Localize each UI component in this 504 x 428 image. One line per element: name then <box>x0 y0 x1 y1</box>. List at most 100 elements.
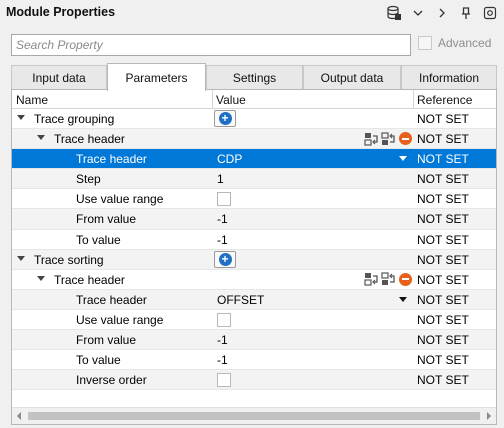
title-bar: Module Properties <box>0 0 504 26</box>
pin-icon[interactable] <box>456 3 476 23</box>
grid-row[interactable]: Trace header OFFSET NOT SET <box>12 289 496 310</box>
reference-value[interactable]: NOT SET <box>417 212 469 226</box>
value-field[interactable]: -1 <box>217 233 228 247</box>
tab-settings[interactable]: Settings <box>206 65 303 90</box>
grid-row[interactable]: To value -1 NOT SET <box>12 350 496 371</box>
reference-value[interactable]: NOT SET <box>417 192 469 206</box>
reference-value[interactable]: NOT SET <box>417 273 469 287</box>
tab-input-data[interactable]: Input data <box>11 65 107 90</box>
advanced-checkbox[interactable] <box>418 36 432 50</box>
grid-row[interactable]: Trace sorting + NOT SET <box>12 249 496 270</box>
grid-rows: Trace grouping + NOT SET Trace header NOT SE… <box>12 109 496 391</box>
column-divider[interactable] <box>413 90 414 109</box>
property-name: Inverse order <box>76 373 147 388</box>
minus-icon <box>398 132 412 146</box>
scroll-left-icon[interactable] <box>17 412 21 420</box>
remove-item-button[interactable] <box>397 131 413 146</box>
reference-value[interactable]: NOT SET <box>417 333 469 347</box>
reference-value[interactable]: NOT SET <box>417 112 469 126</box>
column-header-reference[interactable]: Reference <box>417 93 472 107</box>
reference-value[interactable]: NOT SET <box>417 172 469 186</box>
column-header-value[interactable]: Value <box>216 93 246 107</box>
add-item-button[interactable]: + <box>214 110 236 127</box>
reference-value[interactable]: NOT SET <box>417 152 469 166</box>
reference-value[interactable]: NOT SET <box>417 373 469 387</box>
grid-row[interactable]: To value -1 NOT SET <box>12 230 496 250</box>
tab-parameters[interactable]: Parameters <box>107 63 206 91</box>
insert-before-icon[interactable] <box>363 131 379 146</box>
grid-row[interactable]: From value -1 NOT SET <box>12 209 496 230</box>
settings-icon[interactable] <box>480 3 500 23</box>
property-name: Trace header <box>76 152 147 167</box>
parameters-panel: Name Value Reference Trace grouping + NOT … <box>11 89 497 425</box>
grid-row[interactable]: Trace header NOT SET <box>12 270 496 290</box>
reference-value[interactable]: NOT SET <box>417 353 469 367</box>
property-name: To value <box>76 353 121 368</box>
tab-information[interactable]: Information <box>401 65 497 90</box>
advanced-label: Advanced <box>438 36 492 50</box>
value-field[interactable]: -1 <box>217 353 228 367</box>
search-row: Advanced <box>11 34 495 56</box>
property-name: Trace header <box>54 132 125 147</box>
column-divider[interactable] <box>212 90 213 109</box>
advanced-toggle[interactable]: Advanced <box>418 36 491 50</box>
chevron-down-icon[interactable] <box>408 3 428 23</box>
minus-icon <box>398 272 412 286</box>
reference-value[interactable]: NOT SET <box>417 313 469 327</box>
column-header-name[interactable]: Name <box>16 93 48 107</box>
expand-arrow-icon[interactable] <box>37 135 45 141</box>
expand-arrow-icon[interactable] <box>17 115 25 120</box>
property-name: Trace sorting <box>34 252 104 267</box>
expand-arrow-icon[interactable] <box>17 255 25 261</box>
remove-item-button[interactable] <box>397 272 413 287</box>
value-dropdown[interactable]: OFFSET <box>217 293 264 307</box>
value-checkbox[interactable] <box>217 312 231 327</box>
value-checkbox[interactable] <box>217 373 231 388</box>
insert-after-icon[interactable] <box>380 272 396 287</box>
expand-arrow-icon[interactable] <box>37 275 45 281</box>
grid-row[interactable]: From value -1 NOT SET <box>12 330 496 351</box>
dropdown-arrow-icon[interactable] <box>399 296 407 302</box>
insert-before-icon[interactable] <box>363 272 379 287</box>
reference-value[interactable]: NOT SET <box>417 253 469 267</box>
property-name: Use value range <box>76 192 164 207</box>
grid-row[interactable]: Use value range NOT SET <box>12 310 496 331</box>
grid-header: Name Value Reference <box>12 90 496 109</box>
title-bar-icons <box>380 3 500 23</box>
grid-row[interactable]: Use value range NOT SET <box>12 189 496 210</box>
reference-value[interactable]: NOT SET <box>417 293 469 307</box>
reference-value[interactable]: NOT SET <box>417 233 469 247</box>
value-field[interactable]: -1 <box>217 212 228 226</box>
value-dropdown[interactable]: CDP <box>217 152 242 166</box>
item-tools <box>363 272 414 287</box>
window-title: Module Properties <box>6 5 116 19</box>
property-name: Trace header <box>54 272 125 287</box>
reference-value[interactable]: NOT SET <box>417 132 469 146</box>
value-checkbox[interactable] <box>217 192 231 207</box>
grid-row[interactable]: Step 1 NOT SET <box>12 169 496 190</box>
grid-row[interactable]: Trace header NOT SET <box>12 129 496 150</box>
property-name: To value <box>76 232 121 247</box>
chevron-right-icon[interactable] <box>432 3 452 23</box>
dropdown-arrow-icon[interactable] <box>399 156 407 162</box>
property-name: From value <box>76 333 137 348</box>
add-item-button[interactable]: + <box>214 250 236 268</box>
database-icon[interactable] <box>384 3 404 23</box>
scrollbar-thumb[interactable] <box>28 412 480 420</box>
property-grid: Name Value Reference Trace grouping + NOT … <box>12 90 496 391</box>
grid-row[interactable]: Inverse order NOT SET <box>12 370 496 391</box>
item-tools <box>363 131 414 146</box>
scroll-right-icon[interactable] <box>487 412 491 420</box>
insert-after-icon[interactable] <box>380 131 396 146</box>
grid-row[interactable]: Trace header CDP NOT SET <box>12 149 496 170</box>
horizontal-scrollbar[interactable] <box>12 407 496 424</box>
grid-row[interactable]: Trace grouping + NOT SET <box>12 109 496 130</box>
tab-output-data[interactable]: Output data <box>303 65 401 90</box>
property-name: Trace grouping <box>34 112 115 126</box>
value-field[interactable]: -1 <box>217 333 228 347</box>
value-field[interactable]: 1 <box>217 172 224 186</box>
property-name: Trace header <box>76 292 147 307</box>
tab-bar: Input data Parameters Settings Output da… <box>11 63 497 91</box>
property-name: Use value range <box>76 312 164 327</box>
search-input[interactable] <box>11 34 411 56</box>
